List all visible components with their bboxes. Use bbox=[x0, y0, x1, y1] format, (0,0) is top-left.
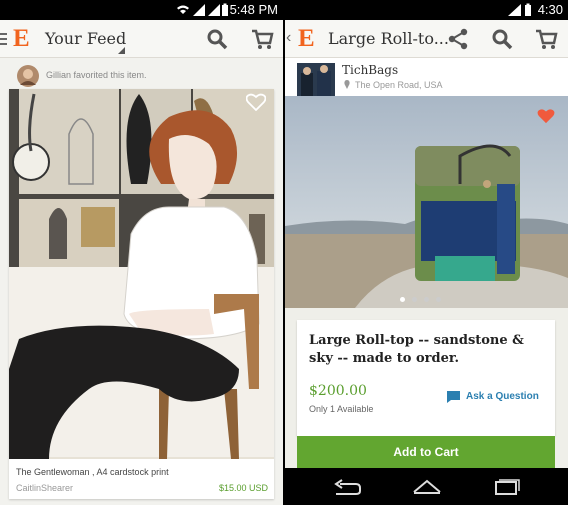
listing-title-bar: Large Roll-to... bbox=[328, 29, 449, 48]
status-bar: 4:30 bbox=[285, 0, 568, 20]
carousel-dot[interactable] bbox=[424, 297, 429, 302]
heart-icon[interactable] bbox=[246, 93, 266, 111]
home-nav-icon[interactable] bbox=[411, 478, 443, 496]
status-icons bbox=[177, 3, 228, 16]
hamburger-icon[interactable] bbox=[0, 33, 8, 45]
status-time: 4:30 bbox=[537, 2, 563, 17]
shop-header[interactable]: TichBags The Open Road, USA bbox=[285, 58, 568, 101]
battery-icon bbox=[525, 3, 531, 16]
search-icon[interactable] bbox=[205, 27, 229, 51]
activity-text: Gillian favorited this item. bbox=[46, 70, 147, 80]
feed-screen: 5:48 PM E Your Feed Gillian favorited th… bbox=[0, 0, 283, 505]
carousel-dot-active[interactable] bbox=[400, 297, 405, 302]
shop-location: The Open Road, USA bbox=[355, 80, 443, 90]
add-to-cart-button[interactable]: Add to Cart bbox=[297, 436, 555, 469]
artwork-image[interactable] bbox=[9, 89, 274, 459]
carousel-dot[interactable] bbox=[412, 297, 417, 302]
back-chevron-icon[interactable]: ‹ bbox=[286, 29, 291, 47]
etsy-logo-icon[interactable]: E bbox=[298, 25, 315, 53]
action-bar: E Your Feed bbox=[0, 20, 283, 58]
action-bar: ‹ E Large Roll-to... bbox=[285, 20, 568, 58]
feed-item-card[interactable]: The Gentlewoman , A4 cardstock print Cai… bbox=[9, 89, 274, 499]
signal-icon bbox=[508, 4, 521, 16]
carousel-dots[interactable] bbox=[398, 297, 454, 305]
wifi-icon bbox=[177, 5, 189, 14]
cart-icon[interactable] bbox=[534, 27, 558, 51]
avatar[interactable] bbox=[17, 65, 39, 87]
recents-nav-icon[interactable] bbox=[490, 478, 522, 496]
shop-name[interactable]: CaitlinShearer bbox=[16, 483, 73, 493]
listing-screen: 4:30 ‹ E Large Roll-to... TichBags The O… bbox=[285, 0, 568, 505]
speech-bubble-icon bbox=[447, 391, 460, 403]
status-bar: 5:48 PM bbox=[0, 0, 283, 20]
shop-name[interactable]: TichBags bbox=[342, 63, 398, 77]
feed-title[interactable]: Your Feed bbox=[45, 29, 126, 48]
ask-question-label[interactable]: Ask a Question bbox=[466, 391, 539, 402]
location-pin-icon bbox=[344, 80, 350, 89]
back-nav-icon[interactable] bbox=[332, 478, 364, 496]
etsy-logo-icon[interactable]: E bbox=[13, 25, 30, 53]
share-icon[interactable] bbox=[446, 27, 470, 51]
search-icon[interactable] bbox=[490, 27, 514, 51]
battery-icon bbox=[222, 3, 228, 16]
heart-icon[interactable] bbox=[537, 108, 555, 124]
dropdown-corner-icon bbox=[118, 47, 125, 54]
listing-image[interactable] bbox=[285, 96, 568, 308]
status-icons bbox=[508, 3, 531, 16]
carousel-dot[interactable] bbox=[436, 297, 441, 302]
status-time: 5:48 PM bbox=[229, 2, 278, 17]
cart-icon[interactable] bbox=[250, 27, 274, 51]
signal-icon bbox=[193, 4, 205, 16]
system-nav-bar bbox=[285, 468, 568, 505]
item-price: $15.00 USD bbox=[218, 483, 268, 493]
signal-icon bbox=[208, 4, 220, 16]
listing-title: Large Roll-top -- sandstone & sky -- mad… bbox=[309, 333, 524, 366]
listing-price: $200.00 bbox=[309, 383, 367, 399]
item-title[interactable]: The Gentlewoman , A4 cardstock print bbox=[16, 467, 169, 477]
listing-info-card: Large Roll-top -- sandstone & sky -- mad… bbox=[297, 320, 555, 436]
availability-text: Only 1 Available bbox=[309, 404, 374, 414]
